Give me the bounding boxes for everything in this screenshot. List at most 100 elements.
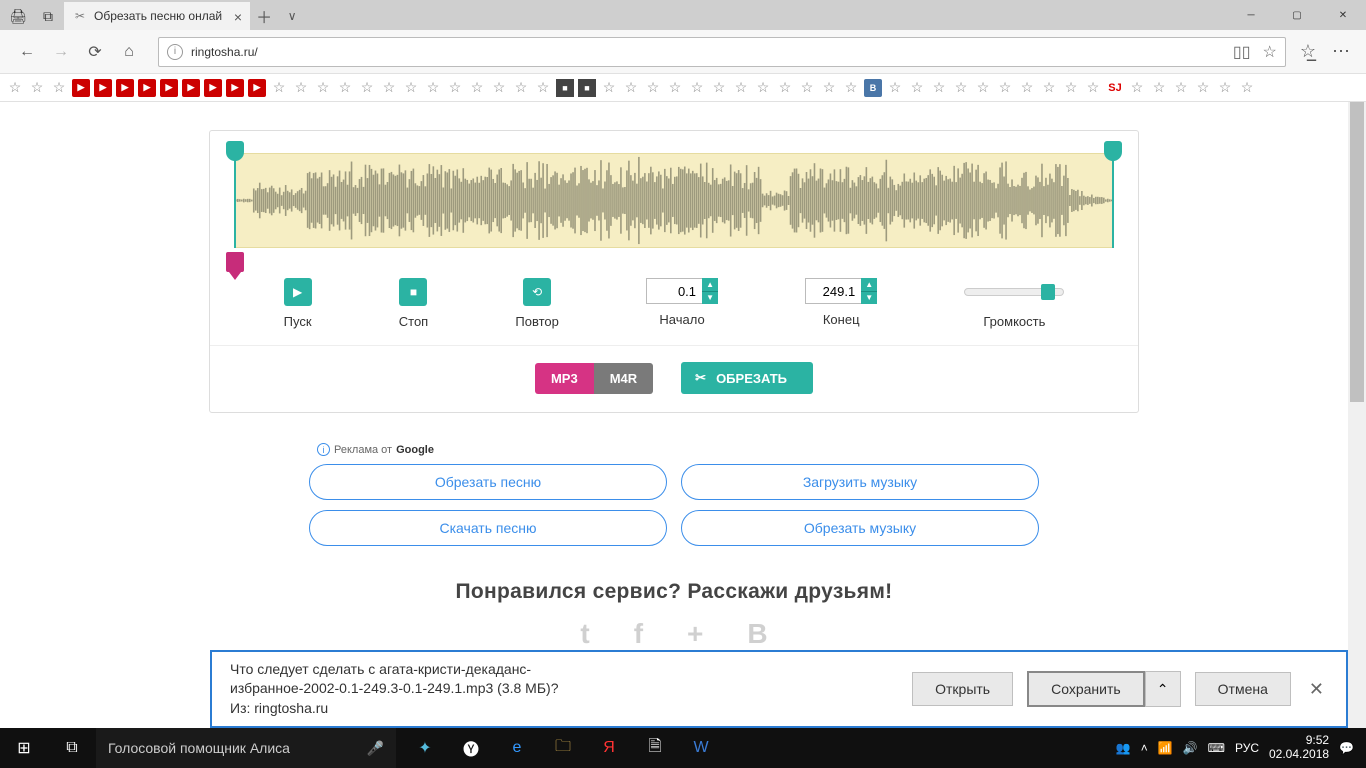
nav-home-button[interactable]: ⌂	[114, 37, 144, 67]
ad-info-icon[interactable]: i	[317, 443, 330, 456]
bookmark-yt-icon[interactable]: ▶	[204, 79, 222, 97]
tray-notifications-icon[interactable]: 💬	[1339, 741, 1354, 755]
bookmark-icon[interactable]: ☆	[270, 79, 288, 97]
fade-in-handle[interactable]	[226, 252, 244, 272]
bookmark-yt-icon[interactable]: ▶	[160, 79, 178, 97]
sys-icon-2[interactable]: ⧉	[34, 2, 62, 30]
window-maximize-button[interactable]: ▢	[1274, 0, 1320, 30]
download-open-button[interactable]: Открыть	[912, 672, 1013, 706]
stop-button[interactable]: ■	[399, 278, 427, 306]
taskbar-app-icon[interactable]: 🅨	[448, 728, 494, 768]
bookmark-icon[interactable]: ☆	[1238, 79, 1256, 97]
taskbar-explorer-icon[interactable]: 🗀	[540, 728, 586, 768]
tray-chevron-icon[interactable]: ˄	[1141, 741, 1148, 755]
sys-icon-1[interactable]: 🖨	[4, 2, 32, 30]
download-cancel-button[interactable]: Отмена	[1195, 672, 1291, 706]
bookmark-icon[interactable]: ☆	[1062, 79, 1080, 97]
more-menu-icon[interactable]: ⋯	[1332, 41, 1350, 62]
bookmark-icon[interactable]: ☆	[1128, 79, 1146, 97]
end-spin-down[interactable]: ▼	[861, 292, 877, 305]
bookmark-icon[interactable]: ☆	[908, 79, 926, 97]
ad-link[interactable]: Загрузить музыку	[681, 464, 1039, 500]
reading-view-icon[interactable]: ▯▯	[1233, 42, 1251, 62]
bookmark-icon[interactable]: ☆	[1150, 79, 1168, 97]
bookmark-icon[interactable]: ☆	[534, 79, 552, 97]
bookmark-icon[interactable]: ☆	[666, 79, 684, 97]
start-time-input[interactable]	[646, 278, 702, 304]
end-time-input[interactable]	[805, 278, 861, 304]
taskbar-edge-icon[interactable]: e	[494, 728, 540, 768]
microphone-icon[interactable]: 🎤	[367, 740, 384, 757]
format-mp3-option[interactable]: MP3	[535, 363, 594, 394]
bookmark-box-icon[interactable]: ■	[556, 79, 574, 97]
tray-volume-icon[interactable]: 🔊	[1183, 741, 1198, 755]
selection-handle-end[interactable]	[1104, 141, 1122, 161]
bookmark-icon[interactable]: ☆	[1084, 79, 1102, 97]
volume-thumb[interactable]	[1041, 284, 1055, 300]
bookmark-yt-icon[interactable]: ▶	[182, 79, 200, 97]
bookmark-yt-icon[interactable]: ▶	[72, 79, 90, 97]
tray-clock[interactable]: 9:52 02.04.2018	[1269, 734, 1329, 762]
share-vk-icon[interactable]: B	[747, 618, 767, 650]
window-minimize-button[interactable]: ─	[1228, 0, 1274, 30]
bookmark-icon[interactable]: ☆	[512, 79, 530, 97]
download-close-icon[interactable]: ✕	[1305, 679, 1328, 700]
bookmark-icon[interactable]: ☆	[1216, 79, 1234, 97]
bookmark-icon[interactable]: ☆	[952, 79, 970, 97]
play-button[interactable]: ▶	[284, 278, 312, 306]
bookmark-icon[interactable]: ☆	[974, 79, 992, 97]
bookmark-sj-icon[interactable]: SJ	[1106, 79, 1124, 97]
bookmark-icon[interactable]: ☆	[336, 79, 354, 97]
bookmark-icon[interactable]: ☆	[1194, 79, 1212, 97]
bookmark-vk-icon[interactable]: B	[864, 79, 882, 97]
bookmark-icon[interactable]: ☆	[842, 79, 860, 97]
format-m4r-option[interactable]: M4R	[594, 363, 653, 394]
taskbar-app-icon[interactable]: ✦	[402, 728, 448, 768]
address-bar[interactable]: i ringtosha.ru/ ▯▯ ☆	[158, 37, 1286, 67]
tray-network-icon[interactable]: 📶	[1158, 741, 1173, 755]
bookmark-icon[interactable]: ☆	[930, 79, 948, 97]
task-view-button[interactable]: ⧉	[48, 728, 96, 768]
waveform-area[interactable]	[228, 143, 1120, 258]
nav-forward-button[interactable]: →	[46, 37, 76, 67]
taskbar-app-icon[interactable]: 🗎	[632, 728, 678, 768]
scrollbar-thumb[interactable]	[1350, 102, 1364, 402]
tray-language[interactable]: РУС	[1235, 741, 1259, 755]
bookmark-icon[interactable]: ☆	[798, 79, 816, 97]
bookmark-box-icon[interactable]: ■	[578, 79, 596, 97]
tab-expand-icon[interactable]: ∨	[278, 2, 306, 30]
window-close-button[interactable]: ✕	[1320, 0, 1366, 30]
share-facebook-icon[interactable]: f	[634, 618, 643, 650]
bookmark-icon[interactable]: ☆	[468, 79, 486, 97]
bookmark-icon[interactable]: ☆	[292, 79, 310, 97]
download-save-button[interactable]: Сохранить	[1027, 671, 1145, 707]
taskbar-app-icon[interactable]: Я	[586, 728, 632, 768]
ad-link[interactable]: Скачать песню	[309, 510, 667, 546]
ad-link[interactable]: Обрезать музыку	[681, 510, 1039, 546]
bookmark-icon[interactable]: ☆	[1172, 79, 1190, 97]
bookmark-icon[interactable]: ☆	[446, 79, 464, 97]
cut-button[interactable]: ✂ ОБРЕЗАТЬ	[681, 362, 813, 394]
start-spin-up[interactable]: ▲	[702, 278, 718, 292]
bookmark-icon[interactable]: ☆	[732, 79, 750, 97]
tray-keyboard-icon[interactable]: ⌨	[1208, 741, 1225, 755]
bookmark-icon[interactable]: ☆	[710, 79, 728, 97]
bookmark-icon[interactable]: ☆	[6, 79, 24, 97]
bookmark-yt-icon[interactable]: ▶	[138, 79, 156, 97]
bookmark-icon[interactable]: ☆	[490, 79, 508, 97]
bookmark-icon[interactable]: ☆	[424, 79, 442, 97]
start-button[interactable]: ⊞	[0, 728, 48, 768]
share-google-icon[interactable]: +	[687, 618, 703, 650]
bookmark-icon[interactable]: ☆	[314, 79, 332, 97]
bookmark-icon[interactable]: ☆	[28, 79, 46, 97]
ad-link[interactable]: Обрезать песню	[309, 464, 667, 500]
bookmark-icon[interactable]: ☆	[820, 79, 838, 97]
start-spin-down[interactable]: ▼	[702, 292, 718, 305]
bookmark-icon[interactable]: ☆	[996, 79, 1014, 97]
bookmark-icon[interactable]: ☆	[754, 79, 772, 97]
bookmark-icon[interactable]: ☆	[886, 79, 904, 97]
bookmark-icon[interactable]: ☆	[1040, 79, 1058, 97]
bookmark-icon[interactable]: ☆	[688, 79, 706, 97]
bookmark-icon[interactable]: ☆	[1018, 79, 1036, 97]
new-tab-button[interactable]: ＋	[250, 2, 278, 30]
